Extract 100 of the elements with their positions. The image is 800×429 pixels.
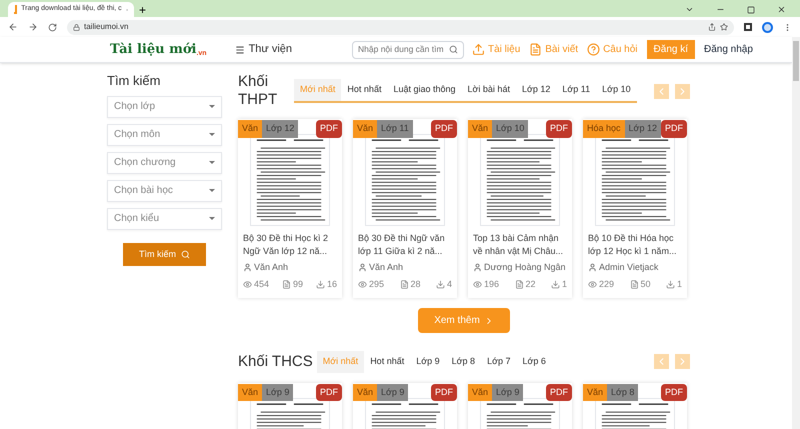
sidebar-title: Tìm kiếm [107,72,162,90]
select-field[interactable]: Chọn môn [107,124,222,146]
view-count: 229 [588,278,614,291]
close-icon[interactable] [777,5,786,14]
view-count: 196 [473,278,500,291]
format-tag: PDF [546,120,572,138]
dropdown-caret-icon [209,189,215,192]
format-tag: PDF [316,384,342,401]
dropdown-caret-icon [209,133,215,136]
select-placeholder: Chọn bài học [114,184,173,198]
section-title: Khối THCS [238,352,313,371]
section-title: Khối THPT [238,73,278,109]
favicon-icon [14,5,18,14]
chevron-down-icon[interactable] [685,5,694,14]
select-field[interactable]: Chọn bài học [107,180,222,202]
new-tab-button[interactable]: + [139,4,146,16]
format-tag: PDF [316,120,342,138]
download-icon [436,280,445,289]
library-menu[interactable]: Thư viện [234,41,292,58]
document-card[interactable]: Văn Lớp 9 PDF [468,382,572,429]
document-card[interactable]: Văn Lớp 9 PDF [353,382,457,429]
back-icon[interactable] [8,22,18,32]
download-count: 1 [550,278,567,291]
card-title: Bộ 30 Đề thi Học kì 2 Ngữ Văn lớp 12 nă... [243,232,330,258]
download-icon [316,280,325,289]
profile-avatar[interactable] [762,22,773,32]
eye-icon [588,280,597,289]
category-tab[interactable]: Lớp 10 [596,79,637,101]
category-tab[interactable]: Hot nhất [341,79,388,101]
search-field[interactable]: Nhập nội dung cần tìm [352,40,464,58]
category-tab[interactable]: Lớp 8 [446,351,482,372]
category-tab[interactable]: Lời bài hát [462,79,516,101]
upload-icon [472,43,486,56]
document-icon [529,43,542,56]
download-icon [550,280,560,289]
document-icon [282,280,291,289]
page-count: 22 [514,278,536,291]
login-link[interactable]: Đăng nhập [704,42,753,57]
dropdown-caret-icon [209,217,215,220]
subject-tag: Hóa học [583,120,625,138]
format-tag: PDF [661,120,687,138]
search-icon[interactable] [449,45,458,54]
user-icon [473,263,482,272]
search-icon [181,250,190,259]
subject-tag: Văn [353,120,378,138]
category-tab[interactable]: Lớp 11 [556,79,596,101]
subject-tag: Văn [238,120,262,138]
download-count: 1 [666,278,682,291]
card-author: Admin Vietjack [588,261,682,274]
view-count: 295 [358,278,384,291]
user-icon [358,263,367,272]
scrollbar[interactable] [792,37,800,429]
subject-tag: Văn [468,120,492,138]
reload-icon[interactable] [48,22,57,32]
format-tag: PDF [431,120,457,138]
page-count: 99 [282,278,304,291]
user-icon [588,263,597,272]
select-field[interactable]: Chọn chương [107,152,222,174]
category-tab[interactable]: Lớp 7 [481,351,516,372]
download-count: 16 [316,278,337,291]
document-icon [514,280,524,289]
document-card[interactable]: Văn Lớp 11 PDF Bộ 30 Đề thi Ngữ văn lớp 11 Giữa kì 2 nă... Văn Anh 295 28 4 [353,119,457,298]
grade-tag: Lớp 11 [377,120,413,138]
maximize-icon[interactable] [747,6,755,14]
user-icon [243,263,252,272]
card-title: Top 13 bài Cảm nhận về nhân vật Mị Châu... [473,232,564,258]
category-tab[interactable]: Lớp 9 [410,351,446,372]
download-icon [666,280,675,289]
document-card[interactable]: Hóa học Lớp 12 PDF Bộ 10 Đề thi Hóa học lớp 12 Học kì 1 năm... Admin Vietjack 229 50 1 [583,119,687,298]
category-tab[interactable]: Lớp 6 [516,351,552,372]
select-placeholder: Chọn lớp [114,100,156,114]
subject-tag: Văn [238,384,262,401]
select-field[interactable]: Chọn lớp [107,96,222,118]
grade-tag: Lớp 12 [624,120,661,138]
document-card[interactable]: Văn Lớp 10 PDF Top 13 bài Cảm nhận về nhân vật Mị Châu... Dương Hoàng Ngân 196 22 1 [468,119,572,298]
grade-tag: Lớp 10 [492,120,528,138]
grade-tag: Lớp 12 [262,120,298,138]
category-tab[interactable]: Lớp 12 [516,79,556,101]
url-text: tailieumoi.vn [84,21,128,33]
document-card[interactable]: Văn Lớp 8 PDF [583,382,687,429]
category-tab[interactable]: Luật giao thông [387,79,462,101]
forward-icon[interactable] [28,22,38,32]
card-author: Văn Anh [243,261,337,274]
document-icon [400,280,408,289]
address-bar[interactable]: tailieumoi.vn [67,20,734,34]
category-tab[interactable]: Hot nhất [364,351,410,372]
select-field[interactable]: Chọn kiểu [107,208,222,230]
document-card[interactable]: Văn Lớp 9 PDF [238,382,342,429]
grade-tag: Lớp 9 [377,384,408,401]
share-icon[interactable] [708,23,716,31]
bookmark-star-icon[interactable] [720,23,728,31]
sidebar-panel-icon[interactable] [744,23,752,31]
format-tag: PDF [661,384,687,401]
document-card[interactable]: Văn Lớp 12 PDF Bộ 30 Đề thi Học kì 2 Ngữ Văn lớp 12 nă... Văn Anh 454 99 16 [238,119,342,298]
card-title: Bộ 10 Đề thi Hóa học lớp 12 Học kì 1 năm... [588,232,678,258]
format-tag: PDF [546,384,572,401]
page-count: 28 [400,278,421,291]
help-icon [587,43,600,56]
format-tag: PDF [431,384,457,401]
dropdown-caret-icon [209,105,215,108]
